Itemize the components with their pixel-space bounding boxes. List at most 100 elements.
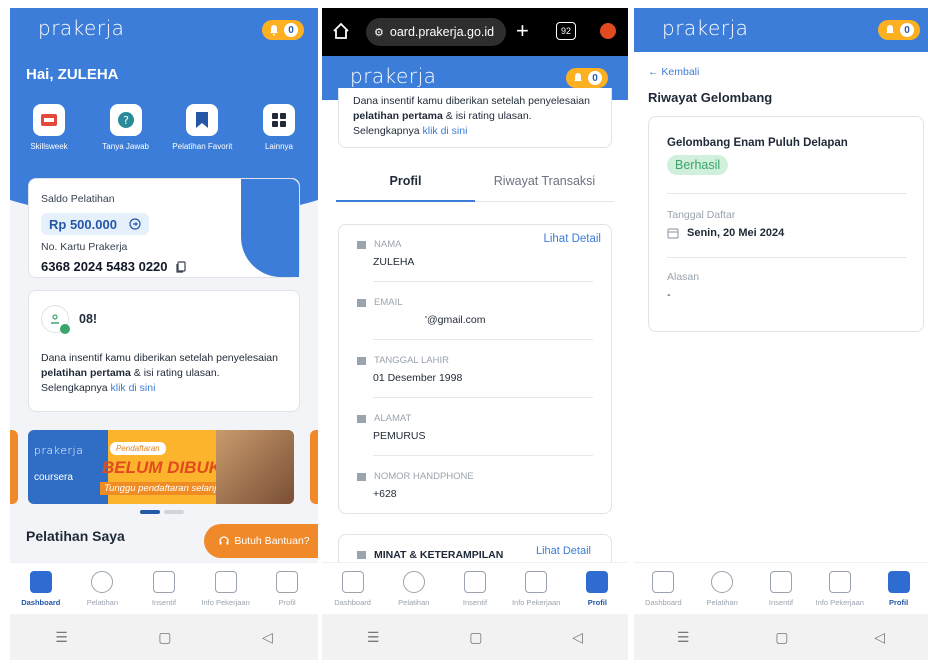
wallet-icon xyxy=(463,570,486,593)
minat-lihat-detail[interactable]: Lihat Detail xyxy=(536,545,591,557)
briefcase-icon xyxy=(828,570,851,593)
bell-icon xyxy=(574,73,582,81)
recents-button[interactable]: ☰ xyxy=(367,629,380,646)
nav-dashboard[interactable]: Dashboard xyxy=(325,570,381,607)
dot[interactable] xyxy=(164,510,184,514)
url-text: oard.prakerja.go.id xyxy=(389,25,495,39)
house-icon xyxy=(357,414,366,423)
field-nomor-handphone: NOMOR HANDPHONE +628 xyxy=(357,471,605,500)
insentif-info: Dana insentif kamu diberikan setelah pen… xyxy=(353,94,603,139)
bell-icon xyxy=(270,25,278,36)
tab-profil[interactable]: Profil xyxy=(336,168,475,202)
greeting: Hai, ZULEHA xyxy=(26,66,119,83)
notification-count: 0 xyxy=(284,23,298,37)
browser-toolbar: ⚙ oard.prakerja.go.id + 92 xyxy=(322,8,628,56)
nav-insentif[interactable]: Insentif xyxy=(447,570,503,607)
url-bar[interactable]: ⚙ oard.prakerja.go.id xyxy=(366,18,506,46)
banner-prev-peek[interactable] xyxy=(10,430,18,504)
nav-dashboard[interactable]: Dashboard xyxy=(635,570,691,607)
home-icon xyxy=(29,570,52,593)
profile-icon xyxy=(887,570,910,593)
nav-pelatihan[interactable]: Pelatihan xyxy=(694,570,750,607)
home-button[interactable]: ▢ xyxy=(775,629,788,646)
menu-tanya-jawab[interactable]: ? Tanya Jawab xyxy=(95,104,157,152)
info-text: & isi rating ulasan. xyxy=(133,367,220,379)
banner-next-peek[interactable] xyxy=(310,430,318,504)
alasan-value: - xyxy=(667,289,671,301)
menu-label: Tanya Jawab xyxy=(102,142,149,151)
recents-button[interactable]: ☰ xyxy=(55,629,68,646)
menu-skillsweek[interactable]: Skillsweek xyxy=(18,104,80,152)
nav-insentif[interactable]: Insentif xyxy=(753,570,809,607)
arrow-right-circle-icon xyxy=(129,218,141,230)
briefcase-icon xyxy=(214,570,237,593)
notification-button[interactable]: 0 xyxy=(878,20,920,40)
info-more: Selengkapnya xyxy=(41,382,108,394)
divider xyxy=(667,193,907,194)
wallet-icon xyxy=(769,570,792,593)
home-button[interactable]: ▢ xyxy=(158,629,171,646)
tab-count[interactable]: 92 xyxy=(556,22,576,40)
dot-active[interactable] xyxy=(140,510,160,514)
menu-label: Skillsweek xyxy=(30,142,68,151)
site-settings-icon[interactable]: ⚙ xyxy=(374,26,384,39)
insentif-info: Dana insentif kamu diberikan setelah pen… xyxy=(41,351,291,396)
nav-profil[interactable]: Profil xyxy=(569,570,625,607)
menu-pelatihan-favorit[interactable]: Pelatihan Favorit xyxy=(171,104,233,152)
back-button[interactable]: ◁ xyxy=(262,629,273,646)
recents-button[interactable]: ☰ xyxy=(677,629,690,646)
saldo-pill[interactable]: Rp 500.000 xyxy=(41,213,149,235)
back-link[interactable]: ← Kembali xyxy=(648,66,699,78)
bottom-nav: Dashboard Pelatihan Insentif Info Pekerj… xyxy=(10,562,318,614)
notification-button[interactable]: 0 xyxy=(566,68,608,88)
home-icon xyxy=(652,570,675,593)
status-badge: Berhasil xyxy=(667,155,729,175)
question-icon: ? xyxy=(109,104,142,136)
back-button[interactable]: ◁ xyxy=(874,629,885,646)
kartu-number: 6368 2024 5483 0220 xyxy=(41,259,168,274)
new-tab-icon[interactable]: + xyxy=(516,18,529,44)
nav-pelatihan[interactable]: Pelatihan xyxy=(386,570,442,607)
bottom-nav: Dashboard Pelatihan Insentif Info Pekerj… xyxy=(322,562,628,614)
tab-riwayat-transaksi[interactable]: Riwayat Transaksi xyxy=(475,168,614,202)
banner-photo xyxy=(216,430,294,504)
svg-text:?: ? xyxy=(123,114,129,127)
help-button[interactable]: Butuh Bantuan? xyxy=(204,524,318,558)
nav-info-pekerjaan[interactable]: Info Pekerjaan xyxy=(198,570,254,607)
info-more: Selengkapnya xyxy=(353,125,420,137)
minat-header: MINAT & KETERAMPILAN xyxy=(357,549,503,561)
menu-label: Lainnya xyxy=(264,142,293,151)
nav-label: Info Pekerjaan xyxy=(815,597,864,607)
promo-banner[interactable]: prakerja coursera Pendaftaran BELUM DIBU… xyxy=(28,430,294,504)
riwayat-gelombang-screen: prakerja 0 ← Kembali Riwayat Gelombang G… xyxy=(634,8,928,660)
home-icon[interactable] xyxy=(332,22,350,40)
nav-label: Dashboard xyxy=(645,597,682,607)
field-label: TANGGAL LAHIR xyxy=(374,355,449,366)
medal-icon xyxy=(91,570,114,593)
field-email: EMAIL '@gmail.com xyxy=(357,297,605,326)
prakerja-logo: prakerja xyxy=(38,16,125,40)
kartu-number-row: 6368 2024 5483 0220 xyxy=(41,259,186,274)
info-text: Dana insentif kamu diberikan setelah pen… xyxy=(41,352,278,364)
nav-label: Info Pekerjaan xyxy=(511,597,561,607)
back-button[interactable]: ◁ xyxy=(572,629,583,646)
field-value: 01 Desember 1998 xyxy=(373,372,463,384)
notification-button[interactable]: 0 xyxy=(262,20,304,40)
copy-icon[interactable] xyxy=(175,260,186,273)
nav-dashboard[interactable]: Dashboard xyxy=(13,570,69,607)
nav-pelatihan[interactable]: Pelatihan xyxy=(74,570,130,607)
field-label: NAMA xyxy=(374,239,402,250)
menu-lainnya[interactable]: Lainnya xyxy=(248,104,310,152)
browser-profile-icon[interactable] xyxy=(600,23,616,39)
info-link[interactable]: klik di sini xyxy=(110,382,155,394)
medal-icon xyxy=(711,570,734,593)
nav-info-pekerjaan[interactable]: Info Pekerjaan xyxy=(812,570,868,607)
nav-info-pekerjaan[interactable]: Info Pekerjaan xyxy=(508,570,564,607)
home-button[interactable]: ▢ xyxy=(469,629,482,646)
info-link[interactable]: klik di sini xyxy=(422,125,467,137)
system-nav: ☰ ▢ ◁ xyxy=(634,614,928,660)
nav-profil[interactable]: Profil xyxy=(871,570,927,607)
nav-insentif[interactable]: Insentif xyxy=(136,570,192,607)
menu-label: Pelatihan Favorit xyxy=(172,142,233,151)
nav-profil[interactable]: Profil xyxy=(259,570,315,607)
